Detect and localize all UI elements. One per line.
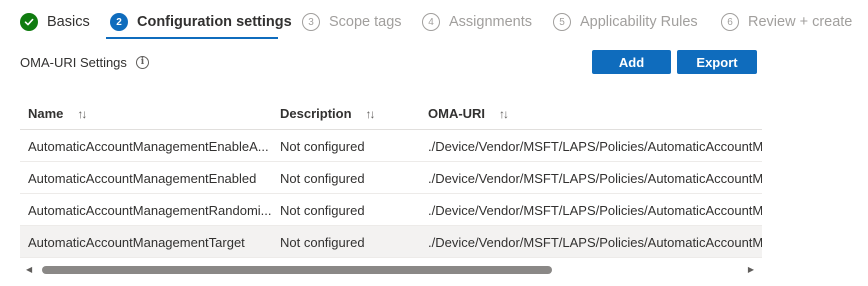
sort-icon[interactable]: ↑↓ <box>366 107 376 121</box>
scroll-left-icon[interactable]: ◀ <box>26 266 32 274</box>
cell-description: Not configured <box>280 203 365 218</box>
add-button[interactable]: Add <box>592 50 671 74</box>
scroll-right-icon[interactable]: ▶ <box>748 266 754 274</box>
step-label: Scope tags <box>329 14 402 30</box>
column-label: OMA-URI <box>428 106 486 121</box>
table-row[interactable]: AutomaticAccountManagementRandomi... Not… <box>20 194 762 226</box>
cell-description: Not configured <box>280 171 365 186</box>
step-review-create[interactable]: 6 Review + create <box>721 10 852 34</box>
table-header: Name ↑↓ Description ↑↓ OMA-URI ↑↓ <box>20 96 762 130</box>
cell-oma-uri: ./Device/Vendor/MSFT/LAPS/Policies/Autom… <box>428 139 762 154</box>
step-number: 5 <box>553 13 571 31</box>
table-row[interactable]: AutomaticAccountManagementEnabled Not co… <box>20 162 762 194</box>
step-assignments[interactable]: 4 Assignments <box>422 10 532 34</box>
wizard-steps: Basics 2 Configuration settings 3 Scope … <box>0 0 868 44</box>
scrollbar-thumb[interactable] <box>42 266 552 274</box>
column-label: Description <box>280 106 352 121</box>
active-step-indicator <box>106 37 278 39</box>
step-number: 2 <box>110 13 128 31</box>
step-number: 3 <box>302 13 320 31</box>
export-button[interactable]: Export <box>677 50 757 74</box>
step-configuration-settings[interactable]: 2 Configuration settings <box>110 10 292 34</box>
sort-icon[interactable]: ↑↓ <box>499 107 509 121</box>
table-row[interactable]: AutomaticAccountManagementTarget Not con… <box>20 226 762 258</box>
step-number: 6 <box>721 13 739 31</box>
sort-icon[interactable]: ↑↓ <box>77 107 87 121</box>
step-applicability-rules[interactable]: 5 Applicability Rules <box>553 10 698 34</box>
info-icon[interactable]: i <box>135 56 149 69</box>
step-scope-tags[interactable]: 3 Scope tags <box>302 10 402 34</box>
step-label: Assignments <box>449 14 533 30</box>
oma-uri-settings-title: OMA-URI Settings i <box>20 55 149 70</box>
step-number: 4 <box>422 13 440 31</box>
cell-oma-uri: ./Device/Vendor/MSFT/LAPS/Policies/Autom… <box>428 171 762 186</box>
checkmark-icon <box>20 13 38 31</box>
step-label: Applicability Rules <box>580 14 698 30</box>
table-row[interactable]: AutomaticAccountManagementEnableA... Not… <box>20 130 762 162</box>
column-label: Name <box>28 106 64 121</box>
column-header-oma-uri[interactable]: OMA-URI ↑↓ <box>428 106 509 121</box>
cell-name: AutomaticAccountManagementTarget <box>28 235 245 250</box>
cell-description: Not configured <box>280 139 365 154</box>
step-basics[interactable]: Basics <box>20 10 90 34</box>
cell-oma-uri: ./Device/Vendor/MSFT/LAPS/Policies/Autom… <box>428 235 762 250</box>
step-label: Configuration settings <box>137 14 292 30</box>
cell-oma-uri: ./Device/Vendor/MSFT/LAPS/Policies/Autom… <box>428 203 762 218</box>
cell-name: AutomaticAccountManagementEnableA... <box>28 139 269 154</box>
step-label: Basics <box>47 14 90 30</box>
cell-name: AutomaticAccountManagementEnabled <box>28 171 257 186</box>
step-label: Review + create <box>748 14 853 30</box>
oma-uri-table: Name ↑↓ Description ↑↓ OMA-URI ↑↓ Automa… <box>20 96 762 258</box>
cell-name: AutomaticAccountManagementRandomi... <box>28 203 272 218</box>
column-header-name[interactable]: Name ↑↓ <box>28 106 87 121</box>
horizontal-scrollbar[interactable]: ◀ ▶ <box>24 265 760 275</box>
column-header-description[interactable]: Description ↑↓ <box>280 106 376 121</box>
section-title: OMA-URI Settings <box>20 55 127 70</box>
cell-description: Not configured <box>280 235 365 250</box>
